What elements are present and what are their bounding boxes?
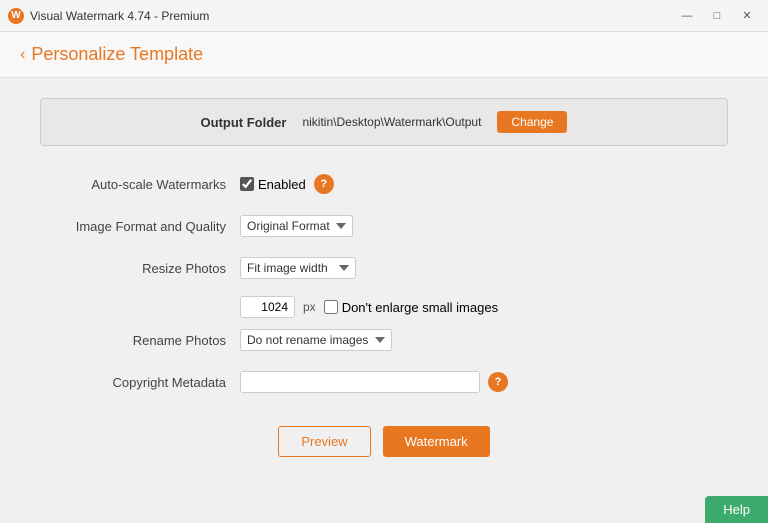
rename-photos-row: Rename Photos Do not rename images Custo…: [40, 326, 728, 354]
window-controls: — □ ✕: [674, 6, 760, 26]
image-format-label: Image Format and Quality: [40, 219, 240, 234]
resize-photos-label: Resize Photos: [40, 261, 240, 276]
main-content: Output Folder nikitin\Desktop\Watermark\…: [0, 78, 768, 519]
help-corner-button[interactable]: Help: [705, 496, 768, 523]
action-buttons: Preview Watermark: [40, 426, 728, 457]
image-format-select[interactable]: Original Format JPEG PNG TIFF BMP: [240, 215, 353, 237]
maximize-button[interactable]: □: [704, 6, 730, 26]
auto-scale-row: Auto-scale Watermarks Enabled ?: [40, 170, 728, 198]
copyright-input[interactable]: [240, 371, 480, 393]
change-folder-button[interactable]: Change: [497, 111, 567, 133]
dont-enlarge-label[interactable]: Don't enlarge small images: [324, 300, 498, 315]
rename-photos-label: Rename Photos: [40, 333, 240, 348]
page-header: ‹ Personalize Template: [0, 32, 768, 78]
auto-scale-label: Auto-scale Watermarks: [40, 177, 240, 192]
title-bar: W Visual Watermark 4.74 - Premium — □ ✕: [0, 0, 768, 32]
copyright-row: Copyright Metadata ?: [40, 368, 728, 396]
image-format-controls: Original Format JPEG PNG TIFF BMP: [240, 215, 353, 237]
resize-value-input[interactable]: [240, 296, 295, 318]
dont-enlarge-checkbox[interactable]: [324, 300, 338, 314]
minimize-button[interactable]: —: [674, 6, 700, 26]
auto-scale-value: Enabled: [258, 177, 306, 192]
rename-controls: Do not rename images Custom rename: [240, 329, 392, 351]
output-folder-section: Output Folder nikitin\Desktop\Watermark\…: [40, 98, 728, 146]
page-title: Personalize Template: [31, 44, 203, 65]
auto-scale-help-button[interactable]: ?: [314, 174, 334, 194]
watermark-button[interactable]: Watermark: [383, 426, 490, 457]
page-title-container: ‹ Personalize Template: [20, 44, 748, 65]
back-arrow-icon[interactable]: ‹: [20, 46, 25, 64]
output-folder-label: Output Folder: [201, 115, 287, 130]
image-format-row: Image Format and Quality Original Format…: [40, 212, 728, 240]
close-button[interactable]: ✕: [734, 6, 760, 26]
auto-scale-checkbox[interactable]: [240, 177, 254, 191]
preview-button[interactable]: Preview: [278, 426, 370, 457]
resize-select[interactable]: Fit image width Fit image height Fit ima…: [240, 257, 356, 279]
copyright-label: Copyright Metadata: [40, 375, 240, 390]
app-icon: W: [8, 8, 24, 24]
auto-scale-checkbox-label[interactable]: Enabled: [240, 177, 306, 192]
output-folder-path: nikitin\Desktop\Watermark\Output: [302, 115, 481, 129]
px-label: px: [303, 300, 316, 314]
rename-select[interactable]: Do not rename images Custom rename: [240, 329, 392, 351]
resize-photos-row: Resize Photos Fit image width Fit image …: [40, 254, 728, 282]
resize-sub-row: px Don't enlarge small images: [240, 296, 728, 318]
copyright-controls: ?: [240, 371, 508, 393]
app-title: Visual Watermark 4.74 - Premium: [30, 9, 209, 23]
auto-scale-controls: Enabled ?: [240, 174, 334, 194]
copyright-help-button[interactable]: ?: [488, 372, 508, 392]
dont-enlarge-text: Don't enlarge small images: [342, 300, 498, 315]
resize-controls: Fit image width Fit image height Fit ima…: [240, 257, 356, 279]
